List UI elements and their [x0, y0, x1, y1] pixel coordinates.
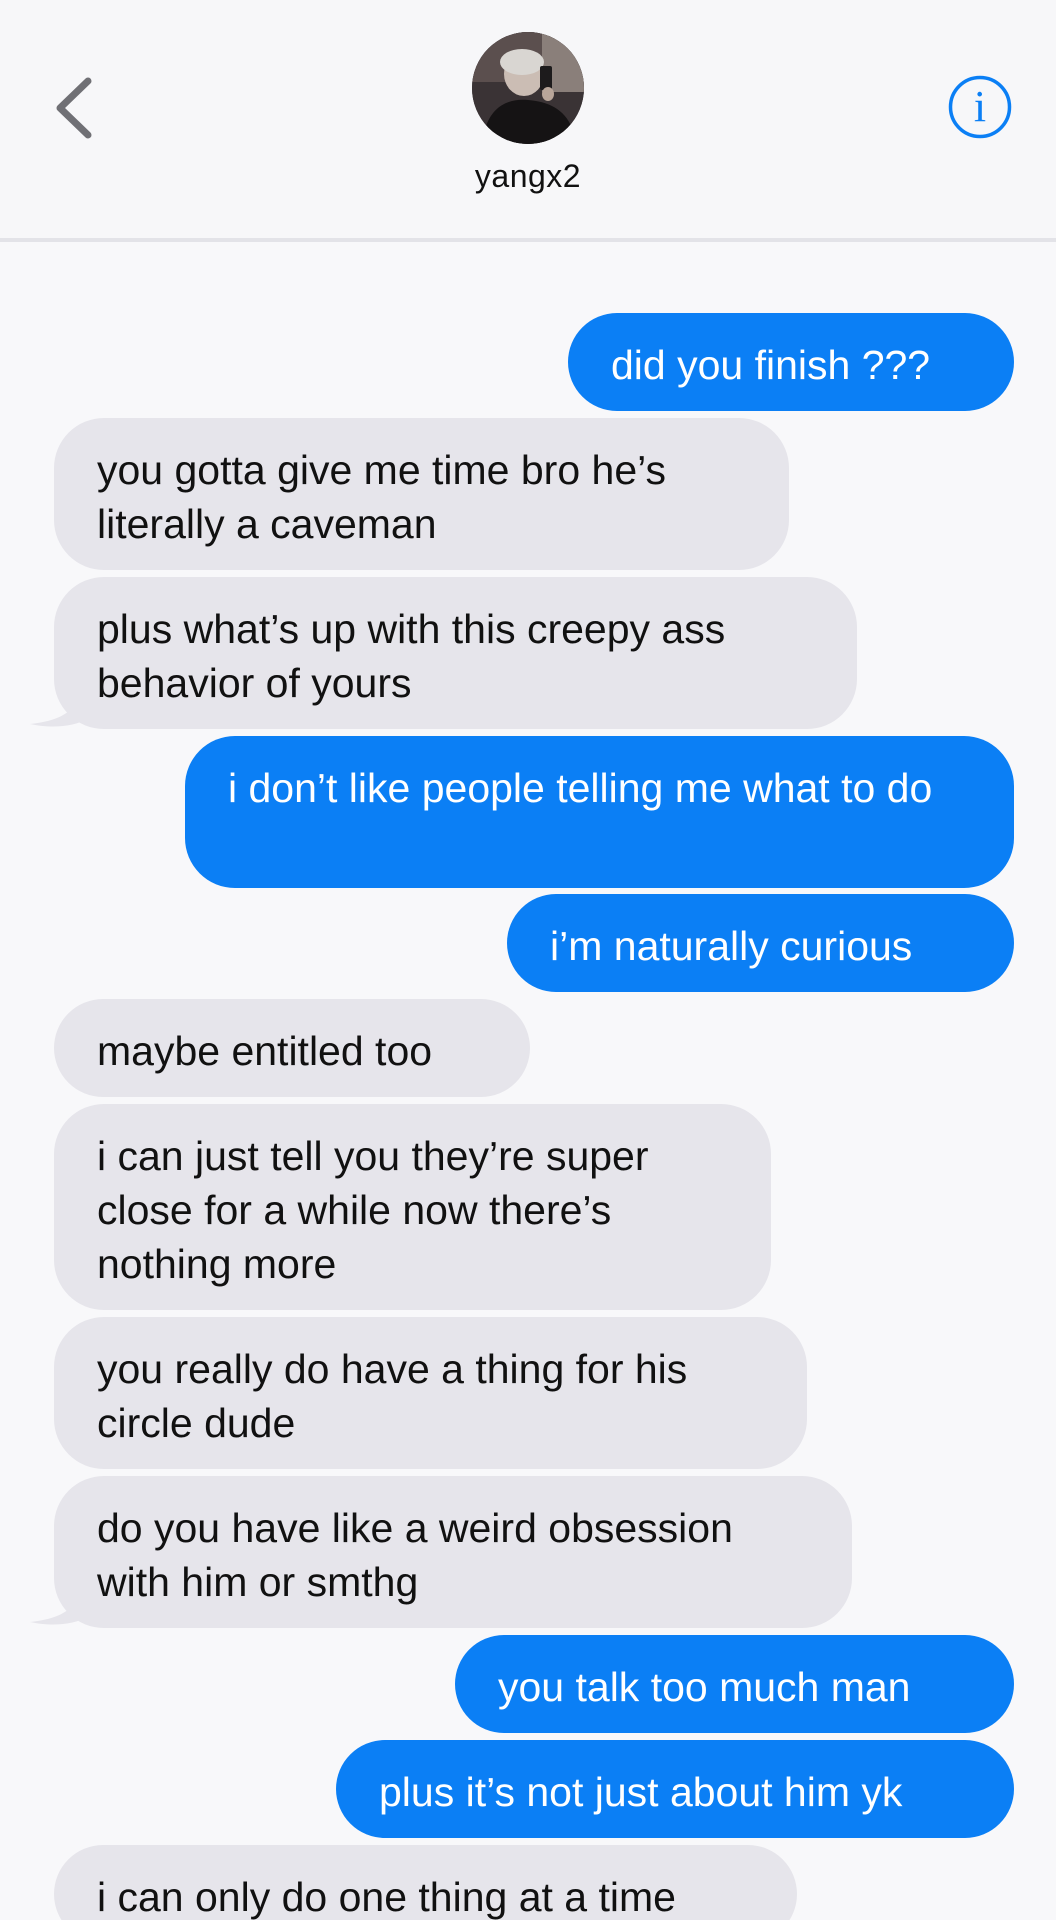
message-bubble-sent[interactable]: i’m naturally curious [507, 894, 1014, 992]
message-bubble-received[interactable]: maybe entitled too [54, 999, 530, 1097]
avatar-photo-icon [472, 32, 584, 144]
message-bubble-sent[interactable]: plus it’s not just about him yk [336, 1740, 1014, 1838]
message-bubble-received[interactable]: i can only do one thing at a time [54, 1845, 797, 1920]
message-bubble-sent[interactable]: you talk too much man [455, 1635, 1014, 1733]
conversation-screen: yangx2 i did you finish ??? you gotta gi… [0, 0, 1056, 1920]
contact-name[interactable]: yangx2 [0, 158, 1056, 195]
message-bubble-received[interactable]: i can just tell you they’re super close … [54, 1104, 771, 1310]
message-bubble-received[interactable]: you gotta give me time bro he’s literall… [54, 418, 789, 570]
conversation-header: yangx2 i [0, 0, 1056, 242]
message-bubble-sent[interactable]: i don’t like people telling me what to d… [185, 736, 1014, 888]
message-bubble-received[interactable]: you really do have a thing for his circl… [54, 1317, 807, 1469]
chevron-left-icon [56, 77, 92, 139]
message-bubble-received[interactable]: do you have like a weird obsession with … [54, 1476, 852, 1628]
message-bubble-sent[interactable]: did you finish ??? [568, 313, 1014, 411]
message-bubble-received[interactable]: plus what’s up with this creepy ass beha… [54, 577, 857, 729]
info-icon: i [948, 75, 1012, 139]
avatar[interactable] [472, 32, 584, 144]
info-button[interactable]: i [947, 74, 1013, 140]
back-button[interactable] [44, 70, 104, 146]
svg-text:i: i [974, 82, 986, 131]
